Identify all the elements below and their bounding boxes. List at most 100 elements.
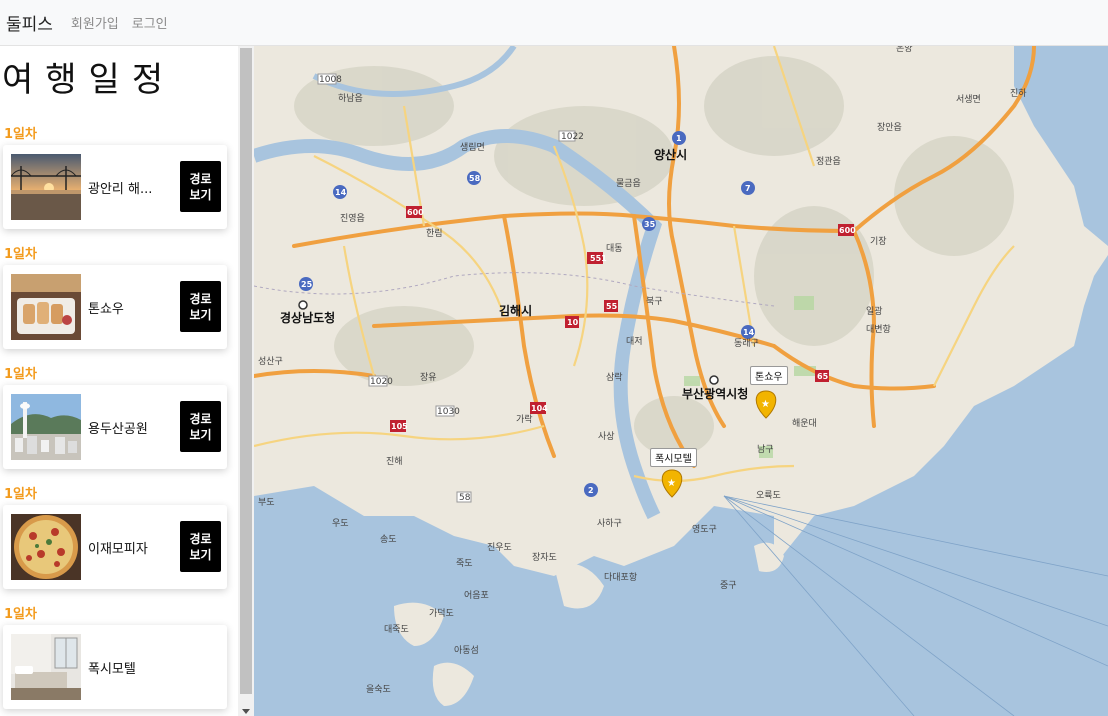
signup-link[interactable]: 회원가입 [71, 13, 119, 32]
svg-text:65: 65 [817, 372, 829, 381]
map-label-nam: 남구 [757, 444, 774, 455]
map-label-seongsan: 성산구 [258, 356, 283, 367]
schedule-card[interactable]: 톤쇼우 경로 보기 [3, 265, 227, 349]
map-label-gadeokdo: 가덕도 [429, 608, 454, 619]
marker-tooltip: 폭시모텔 [650, 448, 697, 467]
svg-text:1: 1 [676, 134, 682, 143]
map-label-dongnae: 동래구 [734, 338, 759, 349]
map-label-dadaepo: 다대포항 [604, 572, 637, 583]
place-thumbnail [11, 514, 81, 580]
top-navbar: 둘피스 회원가입 로그인 [0, 0, 1108, 46]
svg-text:58: 58 [469, 174, 481, 183]
svg-text:58: 58 [459, 493, 471, 503]
province-office-dot [298, 300, 308, 310]
map-label-eulsuk: 을숙도 [366, 684, 391, 695]
day-label: 1일차 [4, 367, 37, 382]
view-route-button[interactable]: 경로 보기 [180, 281, 221, 332]
map-label-yangsan: 양산시 [654, 147, 687, 162]
view-route-button[interactable]: 경로 보기 [180, 401, 221, 452]
svg-text:1022: 1022 [561, 132, 584, 142]
place-thumbnail [11, 274, 81, 340]
svg-text:14: 14 [743, 328, 755, 337]
panel-scrollbar[interactable] [238, 46, 254, 716]
map-label-saha: 사하구 [597, 518, 622, 529]
place-title: 폭시모텔 [88, 661, 136, 677]
map-label-jangjado: 장자도 [532, 552, 557, 563]
svg-text:★: ★ [761, 399, 770, 410]
map-label-budo: 부도 [258, 497, 275, 508]
city-hall-dot [709, 375, 719, 385]
map-label-oryukdo: 오륙도 [756, 490, 781, 501]
map-view[interactable]: 1022 1008 1020 1030 58 1 7 14 14 58 35 2… [254, 46, 1108, 716]
svg-text:35: 35 [644, 220, 656, 229]
map-label-gimhae: 김해시 [499, 303, 532, 318]
place-thumbnail [11, 154, 81, 220]
map-label-samnak: 삼락 [606, 371, 623, 383]
map-label-hanam: 하남읍 [338, 93, 363, 104]
place-thumbnail [11, 394, 81, 460]
map-label-ilgwang: 일광 [866, 305, 883, 317]
svg-text:2: 2 [588, 486, 594, 495]
scrollbar-thumb[interactable] [240, 48, 252, 694]
map-label-mulgeum: 물금읍 [616, 178, 641, 189]
map-label-jungang: 중구 [720, 580, 737, 591]
view-route-button[interactable]: 경로 보기 [180, 521, 221, 572]
login-link[interactable]: 로그인 [132, 13, 168, 32]
svg-text:★: ★ [667, 478, 676, 489]
map-label-jinyeong: 진영읍 [340, 213, 365, 224]
svg-text:1008: 1008 [319, 75, 342, 85]
map-canvas[interactable]: 1022 1008 1020 1030 58 1 7 14 14 58 35 2… [254, 46, 1108, 716]
schedule-card[interactable]: 폭시모텔 [3, 625, 227, 709]
map-label-daegeo: 대저 [626, 336, 643, 347]
map-label-gaya: 가락 [516, 413, 533, 425]
map-label-daedong: 대동 [606, 243, 623, 254]
map-label-amdong: 아동섬 [454, 645, 479, 656]
svg-text:7: 7 [745, 184, 751, 193]
place-thumbnail [11, 634, 81, 700]
schedule-heading: 여행일정 [2, 60, 176, 100]
place-title: 광안리 해... [88, 181, 153, 197]
svg-text:10: 10 [567, 318, 579, 327]
map-label-jeonggwan: 정관읍 [816, 156, 841, 167]
brand-logo[interactable]: 둘피스 [6, 10, 53, 35]
svg-text:25: 25 [301, 280, 313, 289]
svg-text:600: 600 [839, 226, 856, 235]
map-label-juk: 죽도 [456, 558, 473, 569]
map-label-eoeupo: 어음포 [464, 590, 489, 601]
map-label-jinhae: 진해 [386, 456, 403, 467]
svg-text:55: 55 [606, 302, 618, 311]
svg-text:1020: 1020 [370, 377, 393, 387]
map-label-hallim: 한림 [426, 227, 443, 239]
map-label-songdo: 송도 [380, 534, 397, 545]
svg-text:104: 104 [531, 404, 548, 413]
day-label: 1일차 [4, 607, 37, 622]
place-title: 톤쇼우 [88, 301, 124, 317]
map-label-jangan: 장안읍 [877, 122, 902, 133]
svg-text:600: 600 [407, 208, 424, 217]
map-label-gyeongnam: 경상남도청 [280, 310, 335, 325]
view-route-button[interactable]: 경로 보기 [180, 161, 221, 212]
place-title: 이재모피자 [88, 541, 148, 557]
schedule-card[interactable]: 용두산공원 경로 보기 [3, 385, 227, 469]
day-label: 1일차 [4, 487, 37, 502]
map-label-busan-cityhall: 부산광역시청 [682, 386, 748, 401]
map-label-sasang: 사상 [598, 431, 615, 442]
svg-text:105: 105 [391, 422, 408, 431]
map-label-gijang: 기장 [870, 236, 887, 247]
map-label-jinha: 진하 [1010, 88, 1027, 99]
map-label-jangyu: 장유 [420, 372, 437, 383]
day-label: 1일차 [4, 127, 37, 142]
map-label-onyang: 온양 [896, 46, 913, 54]
place-title: 용두산공원 [88, 421, 148, 437]
svg-text:551: 551 [590, 254, 607, 263]
schedule-card[interactable]: 광안리 해... 경로 보기 [3, 145, 227, 229]
schedule-card[interactable]: 이재모피자 경로 보기 [3, 505, 227, 589]
map-label-yeongdo: 영도구 [692, 524, 717, 535]
map-label-bukgu: 북구 [646, 296, 663, 307]
map-label-jinwoodo: 진우도 [487, 542, 512, 553]
map-label-daejukdo: 대죽도 [384, 624, 409, 635]
map-label-seosaeng: 서생면 [956, 94, 981, 105]
marker-tooltip: 톤쇼우 [750, 366, 788, 385]
schedule-panel: 여행일정 1일차 광안리 해... 경로 보기 1일차 톤쇼우 경로 보기 1일… [0, 46, 238, 716]
scroll-down-arrow-icon[interactable] [242, 709, 250, 714]
